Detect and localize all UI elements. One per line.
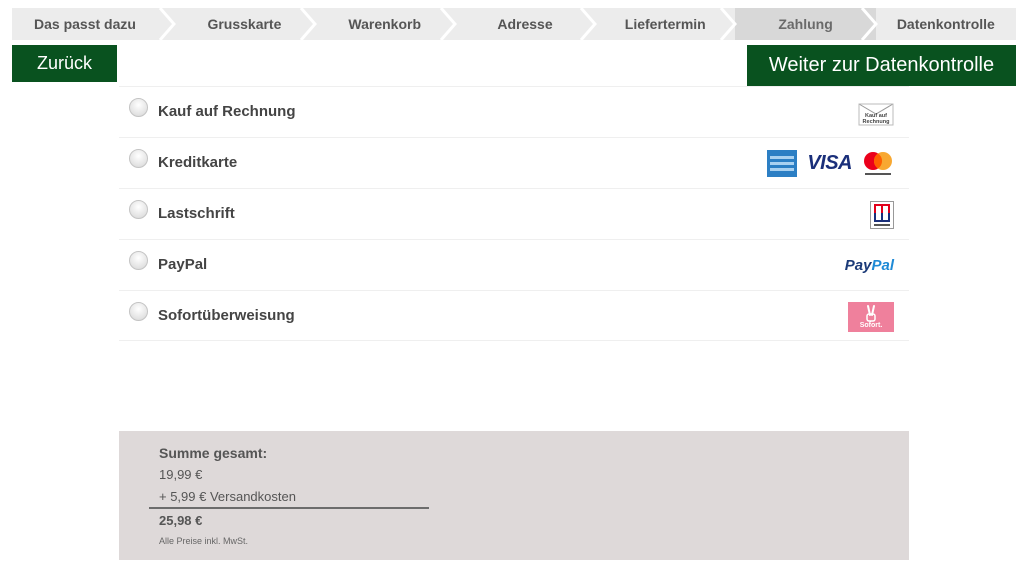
- payment-label: Kreditkarte: [158, 154, 238, 171]
- checkout-stepper: Das passt dazu Grusskarte Warenkorb Adre…: [12, 8, 1016, 40]
- step-adresse[interactable]: Adresse: [454, 8, 598, 40]
- chevron-separator-icon: [159, 8, 177, 40]
- visa-logo-icon: VISA: [807, 152, 852, 174]
- chevron-separator-icon: [579, 8, 598, 40]
- step-warenkorb[interactable]: Warenkorb: [314, 8, 457, 40]
- summary-price: 19,99 €: [159, 467, 203, 482]
- payment-logos: Sofort.: [848, 291, 894, 342]
- chevron-separator-icon: [720, 8, 738, 40]
- chevron-separator-icon: [299, 8, 317, 40]
- invoice-logo-icon: Kauf auf Rechnung: [858, 103, 894, 125]
- summary-total: 25,98 €: [159, 513, 203, 528]
- step-label: Datenkontrolle: [896, 16, 995, 32]
- payment-option-invoice[interactable]: Kauf auf Rechnung Kauf auf Rechnung: [119, 86, 909, 137]
- payment-logos: VISA: [767, 138, 894, 189]
- summary-vat-note: Alle Preise inkl. MwSt.: [159, 536, 249, 546]
- payment-logos: [870, 189, 894, 240]
- svg-text:Rechnung: Rechnung: [863, 119, 890, 125]
- order-summary: Summe gesamt: 19,99 € + 5,99 € Versandko…: [119, 431, 909, 560]
- payment-label: PayPal: [158, 256, 208, 273]
- payment-radio[interactable]: [129, 200, 148, 219]
- payment-radio[interactable]: [129, 149, 148, 168]
- payment-method-list: Kauf auf Rechnung Kauf auf Rechnung Kred…: [119, 86, 909, 341]
- step-label: Grusskarte: [207, 16, 282, 32]
- step-datenkontrolle: Datenkontrolle: [875, 8, 1016, 40]
- summary-divider: [149, 507, 429, 509]
- step-label: Das passt dazu: [34, 16, 136, 32]
- payment-logos: PayPal: [845, 240, 894, 291]
- payment-logos: Kauf auf Rechnung: [858, 87, 894, 138]
- payment-radio[interactable]: [129, 251, 148, 270]
- step-grusskarte[interactable]: Grusskarte: [174, 8, 317, 40]
- payment-option-paypal[interactable]: PayPal PayPal: [119, 239, 909, 290]
- back-button[interactable]: Zurück: [12, 45, 117, 82]
- payment-option-credit-card[interactable]: Kreditkarte VISA: [119, 137, 909, 188]
- step-das-passt-dazu[interactable]: Das passt dazu: [12, 8, 177, 40]
- sofort-logo-icon: Sofort.: [848, 301, 894, 332]
- ec-logo-icon: [870, 200, 894, 229]
- payment-radio[interactable]: [129, 98, 148, 117]
- step-label: Adresse: [497, 16, 553, 32]
- step-label: Liefertermin: [624, 16, 706, 32]
- summary-title: Summe gesamt:: [159, 445, 268, 461]
- step-zahlung: Zahlung: [735, 8, 878, 40]
- chevron-separator-icon: [860, 8, 878, 40]
- amex-logo-icon: [767, 150, 798, 177]
- payment-label: Kauf auf Rechnung: [158, 103, 296, 120]
- payment-option-direct-debit[interactable]: Lastschrift: [119, 188, 909, 239]
- mastercard-logo-icon: [864, 151, 892, 175]
- paypal-logo-icon: PayPal: [844, 257, 894, 274]
- step-liefertermin[interactable]: Liefertermin: [595, 8, 738, 40]
- summary-shipping: + 5,99 € Versandkosten: [159, 489, 296, 504]
- step-label: Warenkorb: [348, 16, 421, 32]
- next-to-data-review-button[interactable]: Weiter zur Datenkontrolle: [747, 45, 1016, 86]
- payment-option-sofort[interactable]: Sofortüberweisung Sofort.: [119, 290, 909, 341]
- payment-label: Lastschrift: [158, 205, 235, 222]
- payment-label: Sofortüberweisung: [158, 307, 295, 324]
- payment-radio[interactable]: [129, 302, 148, 321]
- step-label: Zahlung: [778, 16, 833, 32]
- chevron-separator-icon: [439, 8, 457, 40]
